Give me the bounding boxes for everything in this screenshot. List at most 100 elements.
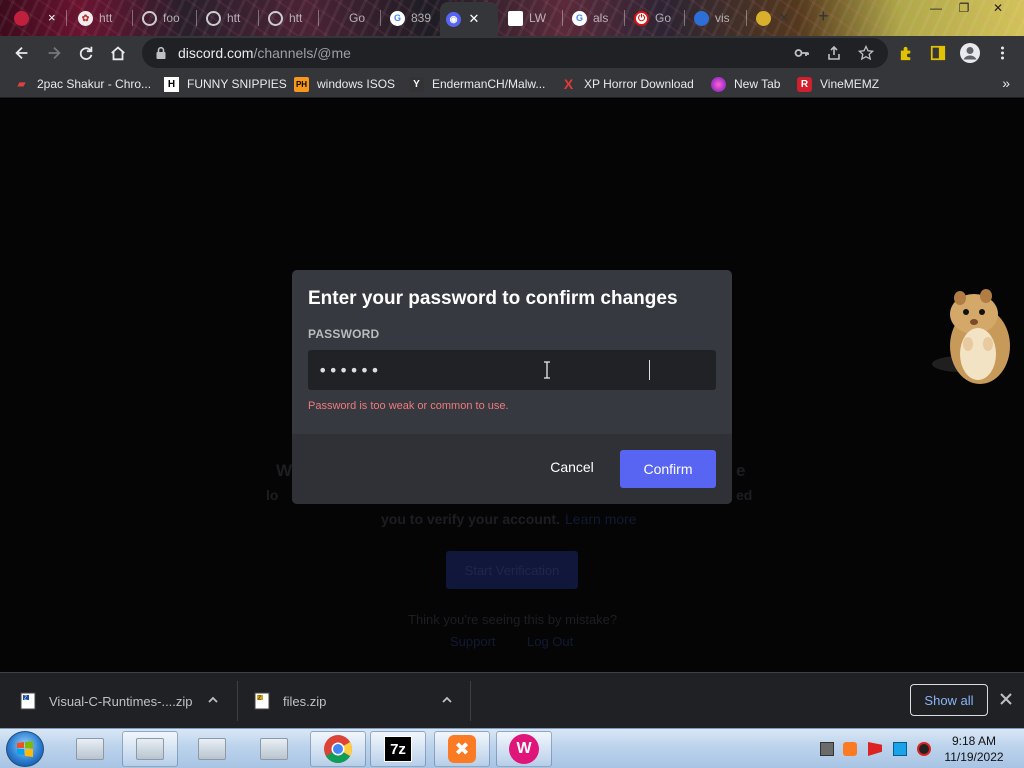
download-item[interactable]: Z Visual-C-Runtimes-....zip (0, 673, 236, 729)
chrome-icon (324, 735, 352, 763)
bg-text: ed (736, 487, 753, 503)
url-text[interactable]: discord.com/channels/@me (178, 45, 351, 61)
modal-title: Enter your password to confirm changes (308, 288, 678, 309)
ph-icon: PH (294, 76, 309, 92)
tab-strip: × ✿ htt foo htt htt Go G 839 ◉ ✕ LW G al… (0, 0, 1024, 36)
tab-8[interactable]: LW (502, 4, 557, 32)
window-thumb-icon (136, 738, 164, 760)
extensions-button[interactable] (890, 37, 922, 69)
taskbar-explorer-window[interactable] (184, 731, 240, 767)
taskbar-chrome[interactable] (310, 731, 366, 767)
download-item[interactable]: Z files.zip (234, 673, 470, 729)
bg-learn-more-link[interactable]: Learn more (565, 511, 637, 527)
clock-time: 9:18 AM (951, 734, 997, 748)
new-tab-icon[interactable]: + (818, 6, 829, 27)
window-thumb-icon (198, 738, 226, 760)
avatar-icon (960, 43, 980, 63)
close-icon[interactable]: ✕ (467, 11, 481, 27)
bookmark-item[interactable]: ▰ 2pac Shakur - Chro... (14, 75, 151, 93)
menu-button[interactable] (986, 37, 1018, 69)
bookmark-item[interactable]: PH windows ISOS (294, 75, 395, 93)
tab-0[interactable] (8, 4, 35, 32)
blue-icon (694, 10, 709, 26)
tab-5[interactable]: Go (322, 4, 377, 32)
system-clock[interactable]: 9:18 AM 11/19/2022 (936, 733, 1012, 765)
bg-text: Think you're seeing this by mistake? (408, 612, 618, 627)
close-icon[interactable]: × (48, 10, 56, 25)
address-bar[interactable]: discord.com/channels/@me (142, 38, 888, 68)
xampp-icon: ✖ (448, 735, 476, 763)
side-panel-icon (930, 45, 946, 61)
reload-button[interactable] (70, 37, 102, 69)
password-input[interactable] (308, 350, 716, 390)
taskbar-7zip[interactable]: 7z (370, 731, 426, 767)
puzzle-icon (900, 46, 910, 60)
confirm-button[interactable]: Confirm (620, 450, 716, 488)
h-letter-icon: H (164, 76, 179, 92)
chevron-up-icon[interactable] (440, 693, 454, 707)
side-panel-button[interactable] (922, 37, 954, 69)
tab-4[interactable]: htt (262, 4, 317, 32)
white-square-icon (508, 10, 523, 26)
window-close-icon[interactable]: ✕ (984, 0, 1012, 18)
chevron-double-right-icon[interactable]: » (1002, 75, 1010, 91)
bookmark-item[interactable]: R VineMEMZ (797, 75, 879, 93)
hamster-sticker (932, 289, 1010, 384)
close-icon[interactable] (998, 691, 1014, 707)
start-button[interactable] (6, 731, 44, 767)
star-icon[interactable] (858, 45, 874, 61)
share-icon[interactable] (826, 45, 842, 61)
confirm-password-modal: Enter your password to confirm changes P… (292, 270, 732, 504)
bg-support-link[interactable]: Support (450, 634, 496, 649)
back-arrow-icon (15, 46, 28, 60)
tab-1[interactable]: ✿ htt (72, 4, 127, 32)
back-button[interactable] (6, 37, 38, 69)
bookmark-item[interactable]: X XP Horror Download (561, 75, 694, 93)
text-caret (649, 360, 650, 380)
tab-6[interactable]: G 839 (384, 4, 439, 32)
tab-10[interactable]: ⏻ Go (628, 4, 683, 32)
bookmark-item[interactable]: H FUNNY SNIPPIES (164, 75, 287, 93)
kebab-menu-icon (1000, 46, 1004, 60)
tray-flag-icon[interactable] (868, 742, 882, 756)
home-button[interactable] (102, 37, 134, 69)
home-icon (111, 46, 125, 61)
forward-button[interactable] (38, 37, 70, 69)
red-tag-icon: ▰ (17, 78, 26, 90)
taskbar-explorer-window[interactable] (122, 731, 178, 767)
maximize-icon[interactable]: ❐ (950, 0, 978, 18)
tab-discord-active[interactable]: ◉ ✕ (440, 2, 498, 36)
tray-xampp-icon[interactable] (843, 742, 857, 756)
bg-logout-link[interactable]: Log Out (527, 634, 573, 649)
tray-monitor-icon[interactable] (893, 742, 907, 756)
minimize-icon[interactable]: — (922, 0, 950, 18)
tab-12[interactable]: ✕ (750, 4, 797, 32)
taskbar-explorer-window[interactable] (246, 731, 302, 767)
lock-icon[interactable] (154, 46, 168, 60)
bookmark-item[interactable]: New Tab (711, 75, 780, 93)
profile-button[interactable] (954, 37, 986, 69)
flower-icon: ✿ (78, 10, 93, 26)
show-all-button[interactable]: Show all (910, 684, 988, 716)
cancel-button[interactable]: Cancel (536, 448, 608, 486)
tab-3[interactable]: htt (200, 4, 255, 32)
chevron-up-icon[interactable] (206, 693, 220, 707)
bookmark-item[interactable]: Y EndermanCH/Malw... (409, 75, 545, 93)
zip-file-icon: Z (20, 692, 36, 710)
close-icon[interactable]: ✕ (777, 10, 791, 26)
taskbar-explorer-window[interactable] (62, 731, 118, 767)
spiral-icon (206, 10, 221, 26)
start-verification-button[interactable]: Start Verification (446, 551, 578, 589)
download-filename: files.zip (283, 693, 327, 709)
taskbar-wamp[interactable]: W (496, 731, 552, 767)
tab-9[interactable]: G als (566, 4, 621, 32)
tab-11[interactable]: vis (688, 4, 743, 32)
taskbar-xampp[interactable]: ✖ (434, 731, 490, 767)
zip-file-icon: Z (254, 692, 270, 710)
tab-2[interactable]: foo (136, 4, 191, 32)
key-icon[interactable] (794, 45, 810, 61)
tray-record-icon[interactable] (917, 742, 931, 756)
tray-network-icon[interactable] (820, 742, 834, 756)
window-thumb-icon (76, 738, 104, 760)
windows-taskbar: 7z ✖ W 9:18 AM 11/19/2022 (0, 728, 1024, 768)
